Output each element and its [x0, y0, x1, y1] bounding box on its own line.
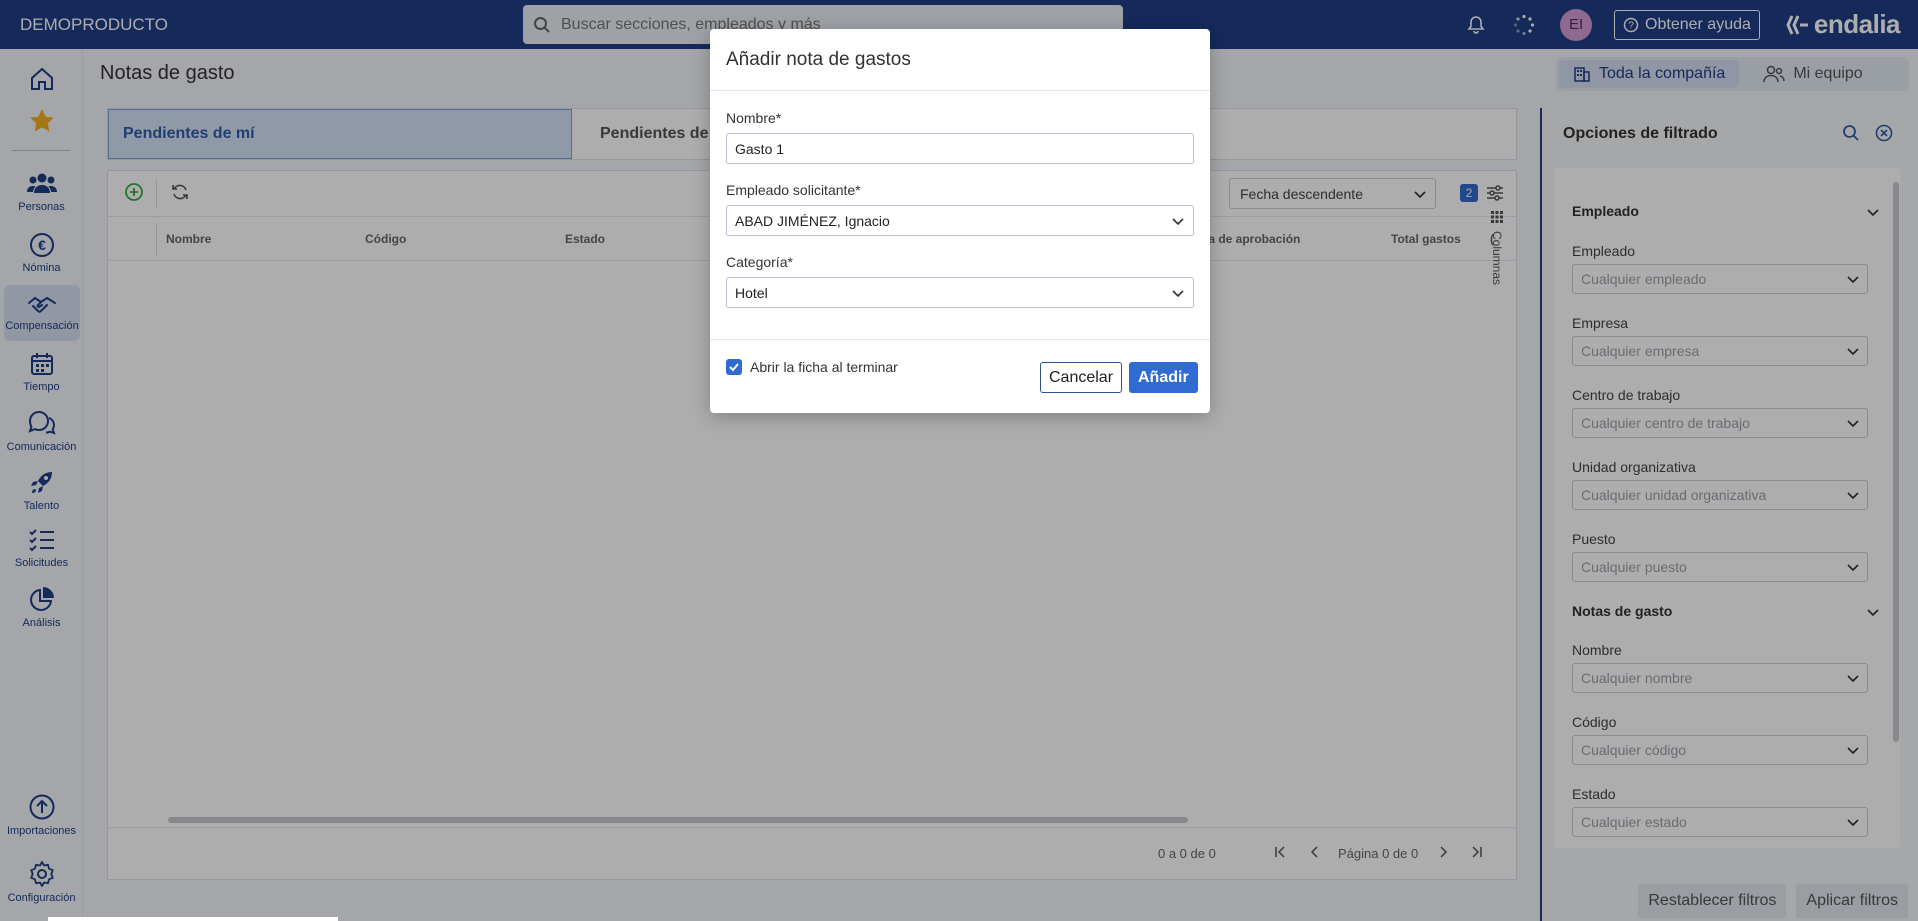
employee-value: ABAD JIMÉNEZ, Ignacio [735, 212, 890, 229]
category-label: Categoría* [726, 254, 793, 270]
name-label: Nombre* [726, 110, 782, 126]
employee-select[interactable]: ABAD JIMÉNEZ, Ignacio [726, 205, 1194, 236]
add-button[interactable]: Añadir [1129, 362, 1198, 393]
open-after-checkbox[interactable] [726, 359, 742, 375]
open-after-checkbox-row[interactable]: Abrir la ficha al terminar [726, 359, 898, 375]
name-input[interactable]: Gasto 1 [726, 133, 1194, 164]
cancel-button[interactable]: Cancelar [1040, 362, 1123, 393]
check-icon [729, 363, 739, 372]
name-value: Gasto 1 [735, 140, 785, 157]
chevron-down-icon [1172, 218, 1184, 226]
category-value: Hotel [735, 284, 768, 301]
add-expense-dialog: Añadir nota de gastos Nombre* Gasto 1 Em… [710, 29, 1210, 413]
category-select[interactable]: Hotel [726, 277, 1194, 308]
dialog-title: Añadir nota de gastos [710, 29, 1210, 91]
open-after-label: Abrir la ficha al terminar [750, 359, 898, 375]
chevron-down-icon [1172, 290, 1184, 298]
bottom-strip [48, 917, 338, 921]
employee-label: Empleado solicitante* [726, 182, 861, 198]
